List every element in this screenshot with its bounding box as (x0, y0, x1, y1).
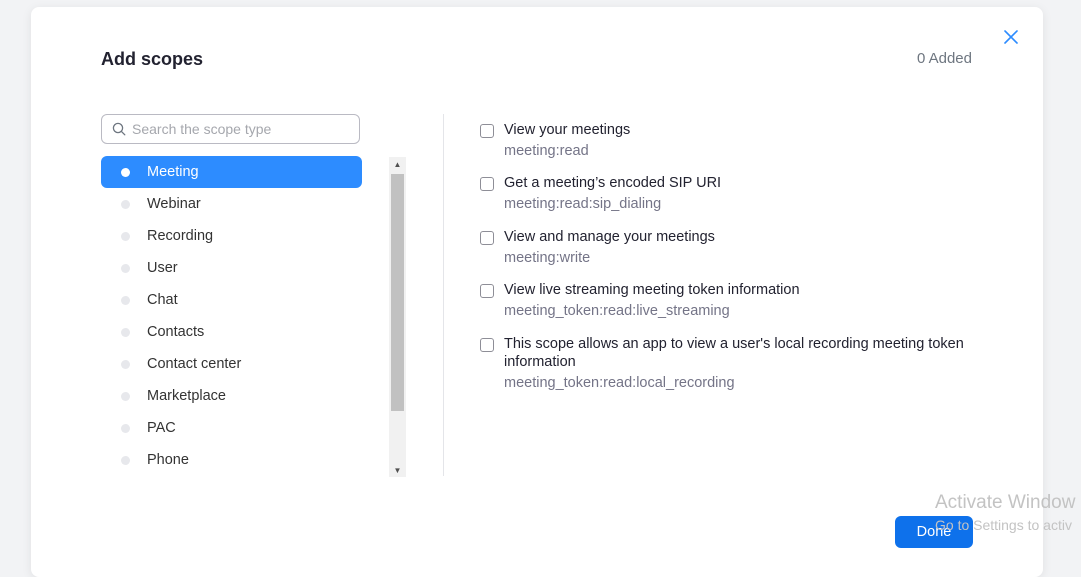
category-item-meeting[interactable]: Meeting (101, 156, 362, 188)
category-item-recording[interactable]: Recording (101, 220, 362, 252)
bullet-dot (121, 199, 130, 209)
category-item-marketplace[interactable]: Marketplace (101, 380, 362, 412)
scope-checkbox[interactable] (480, 231, 494, 245)
bullet-dot (121, 295, 130, 305)
bullet-dot (121, 327, 130, 337)
category-scrollbar[interactable]: ▲ ▼ (389, 157, 406, 477)
search-input[interactable] (132, 121, 342, 137)
category-item-contact-center[interactable]: Contact center (101, 348, 362, 380)
category-label: Chat (147, 292, 178, 308)
category-label: Marketplace (147, 388, 226, 404)
bullet-dot (121, 359, 130, 369)
category-label: PAC (147, 420, 176, 436)
bullet-dot (121, 455, 130, 465)
add-scopes-dialog: Add scopes 0 Added Meeting Webinar Recor… (31, 7, 1043, 577)
scroll-up-arrow-icon[interactable]: ▲ (389, 157, 406, 171)
category-label: Contacts (147, 324, 205, 340)
category-item-phone[interactable]: Phone (101, 444, 362, 476)
scope-item: Get a meeting’s encoded SIP URI meeting:… (480, 174, 980, 228)
scope-checkbox[interactable] (480, 124, 494, 138)
scope-label: View and manage your meetings (504, 229, 715, 245)
category-label: Phone (147, 452, 189, 468)
scope-list: View your meetings meeting:read Get a me… (480, 121, 980, 392)
scope-item: View live streaming meeting token inform… (480, 281, 980, 335)
bullet-dot (121, 263, 130, 273)
category-label: Recording (147, 228, 214, 244)
scope-key: meeting:read (504, 143, 589, 159)
done-button[interactable]: Done (895, 516, 973, 548)
scope-key: meeting_token:read:live_streaming (504, 303, 730, 319)
scope-category-list: Meeting Webinar Recording User Chat Cont… (101, 156, 362, 476)
scrollbar-thumb[interactable] (391, 174, 404, 411)
panel-divider (443, 114, 444, 476)
scope-key: meeting:read:sip_dialing (504, 196, 662, 212)
scope-search-field[interactable] (101, 114, 360, 144)
category-item-pac[interactable]: PAC (101, 412, 362, 444)
scroll-down-arrow-icon[interactable]: ▼ (389, 463, 406, 477)
category-label: User (147, 260, 178, 276)
scope-item: View your meetings meeting:read (480, 121, 980, 174)
bullet-dot (121, 391, 130, 401)
scope-label: View live streaming meeting token inform… (504, 282, 800, 298)
scope-checkbox[interactable] (480, 338, 494, 352)
bullet-dot (121, 167, 130, 177)
scope-checkbox[interactable] (480, 284, 494, 298)
bullet-dot (121, 231, 130, 241)
category-label: Meeting (147, 164, 199, 180)
added-count: 0 Added (916, 50, 972, 67)
close-icon[interactable] (1001, 27, 1021, 47)
scope-label: View your meetings (504, 122, 631, 138)
scope-label: This scope allows an app to view a user'… (504, 336, 964, 370)
category-label: Contact center (147, 356, 242, 372)
dialog-title: Add scopes (101, 49, 204, 69)
category-item-contacts[interactable]: Contacts (101, 316, 362, 348)
scope-item: This scope allows an app to view a user'… (480, 335, 980, 392)
bullet-dot (121, 423, 130, 433)
category-item-webinar[interactable]: Webinar (101, 188, 362, 220)
scope-checkbox[interactable] (480, 177, 494, 191)
search-icon (112, 122, 126, 136)
category-label: Webinar (147, 196, 201, 212)
scope-key: meeting:write (504, 250, 591, 266)
scope-label: Get a meeting’s encoded SIP URI (504, 175, 722, 191)
scope-key: meeting_token:read:local_recording (504, 375, 735, 391)
category-item-chat[interactable]: Chat (101, 284, 362, 316)
category-item-user[interactable]: User (101, 252, 362, 284)
scope-item: View and manage your meetings meeting:wr… (480, 228, 980, 281)
